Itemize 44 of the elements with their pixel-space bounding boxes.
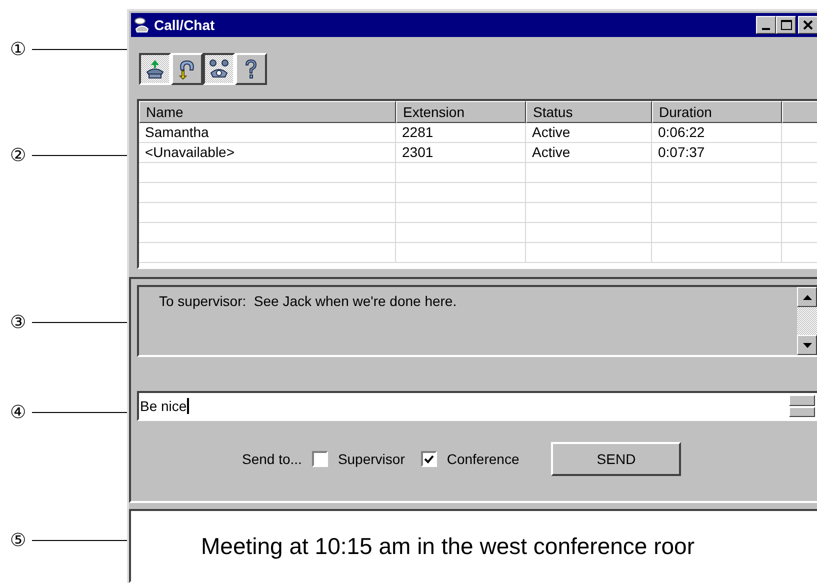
send-to-label: Send to... [242,450,302,468]
conference-icon [208,58,230,80]
scrollbar[interactable] [797,287,817,355]
chat-message: To supervisor: See Jack when we're done here. [159,292,458,311]
callout-number: ⑤ [10,531,27,549]
callout-number: ④ [10,403,27,421]
checkbox-label: Supervisor [338,450,405,469]
send-button[interactable]: SEND [551,442,682,476]
callout-number: ① [10,40,27,58]
table-cell: <Unavailable> [145,144,235,160]
checkmark-icon [424,454,434,464]
column-header[interactable]: Status [526,101,652,123]
input-spinner[interactable] [789,395,815,417]
toolbar-button[interactable] [139,53,171,85]
table-cell: Samantha [145,124,209,140]
table-cell: 0:07:37 [658,144,705,160]
table-cell: 0:06:22 [658,124,705,140]
close-icon [803,20,813,30]
column-header[interactable]: Duration [652,101,782,123]
close-button[interactable] [798,16,817,34]
banner-text: Meeting at 10:15 am in the west conference roor [201,532,695,561]
column-header[interactable]: Extension [396,101,526,123]
checkbox[interactable] [420,451,437,467]
app-icon [134,17,150,33]
input-value: Be nice [139,398,189,414]
callout-number: ③ [10,313,27,331]
column-header[interactable]: Name [139,101,396,123]
down-arrow-icon [802,342,812,348]
table-cell: 2281 [402,124,434,140]
window-title: Call/Chat [154,16,215,34]
checkbox-label: Conference [446,450,520,468]
up-arrow-icon [802,294,812,300]
scroll-down-button[interactable] [797,335,817,355]
checkbox[interactable] [312,451,328,467]
toolbar-button[interactable] [203,53,235,85]
table-cell: 2301 [402,144,434,160]
table-cell: Active [532,124,570,140]
table-cell: Active [532,144,570,160]
callout-number: ② [10,146,27,164]
maximize-button[interactable] [776,16,796,34]
minimize-button[interactable] [756,16,776,34]
phone-icon [144,58,166,80]
message-input[interactable]: Be nice [137,391,817,421]
scroll-up-button[interactable] [797,287,817,307]
